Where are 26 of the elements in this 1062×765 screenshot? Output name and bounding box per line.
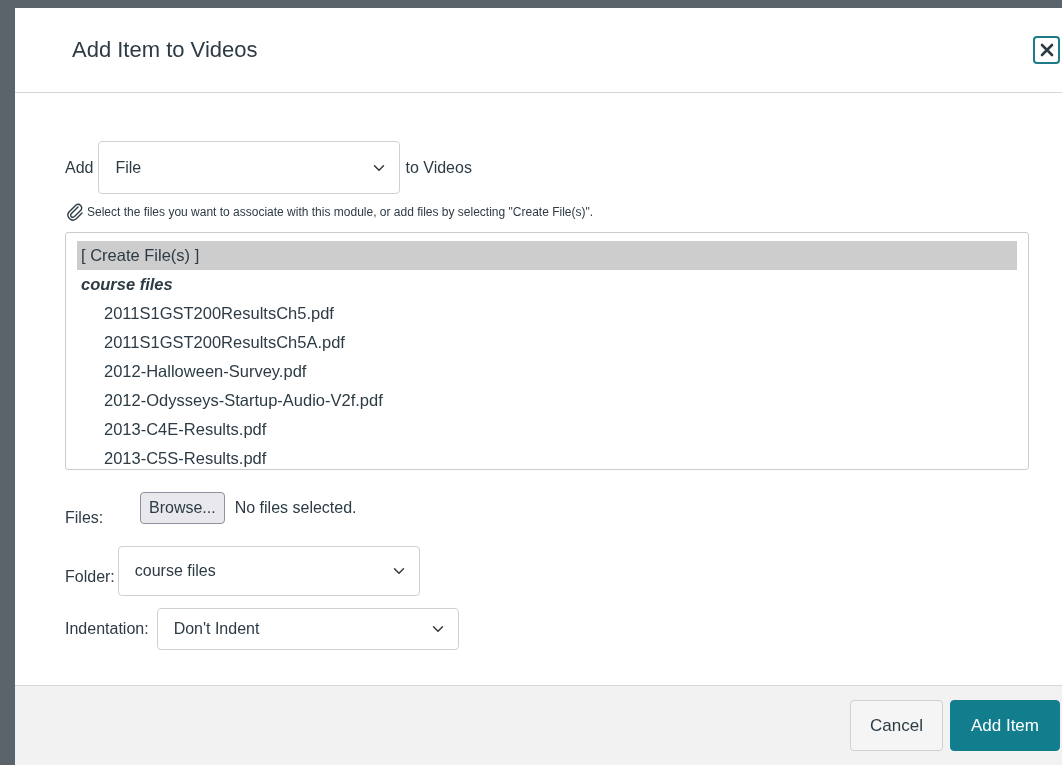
add-item-button[interactable]: Add Item — [949, 700, 1060, 751]
list-option[interactable]: [ Create File(s) ] — [77, 241, 1017, 270]
close-button[interactable] — [1033, 36, 1060, 64]
folder-group-label: course files — [80, 274, 174, 295]
file-option[interactable]: 2011S1GST200ResultsCh5.pdf — [77, 299, 1017, 328]
files-label: Files: — [65, 508, 105, 528]
add-destination-label: to Videos — [405, 157, 472, 178]
folder-label: Folder: — [65, 567, 115, 587]
file-option[interactable]: 2011S1GST200ResultsCh5A.pdf — [77, 328, 1017, 357]
file-option[interactable]: 2013-C5S-Results.pdf — [77, 444, 1017, 469]
folder-select[interactable]: course files — [117, 546, 420, 596]
file-status-text: No files selected. — [234, 498, 357, 518]
file-option[interactable]: 2012-Halloween-Survey.pdf — [77, 357, 1017, 386]
item-type-select[interactable]: File — [98, 141, 401, 194]
dialog-title: Add Item to Videos — [72, 36, 259, 64]
file-option[interactable]: 2013-C4E-Results.pdf — [77, 415, 1017, 444]
hint-text: Select the files you want to associate with this module, or add files by selecting "Create File(s)". — [87, 204, 594, 221]
indentation-select[interactable]: Don't Indent — [156, 608, 459, 650]
close-icon — [1039, 43, 1054, 57]
file-list[interactable]: [ Create File(s) ] course files 2011S1GST200ResultsCh5.pdf 2011S1GST200ResultsCh5A.pdf 2012-Halloween-Survey.pdf 2012-Odysseys-Startup-Audio-V2f.pdf 2013-C4E-Results.pdf 2013-C5S-Results.pdf — [65, 232, 1029, 470]
browse-button[interactable]: Browse... — [140, 492, 225, 524]
paperclip-icon — [65, 202, 85, 222]
indentation-label: Indentation: — [65, 619, 149, 639]
file-option[interactable]: 2012-Odysseys-Startup-Audio-V2f.pdf — [77, 386, 1017, 415]
cancel-button[interactable]: Cancel — [850, 700, 943, 751]
add-label: Add — [65, 157, 94, 178]
